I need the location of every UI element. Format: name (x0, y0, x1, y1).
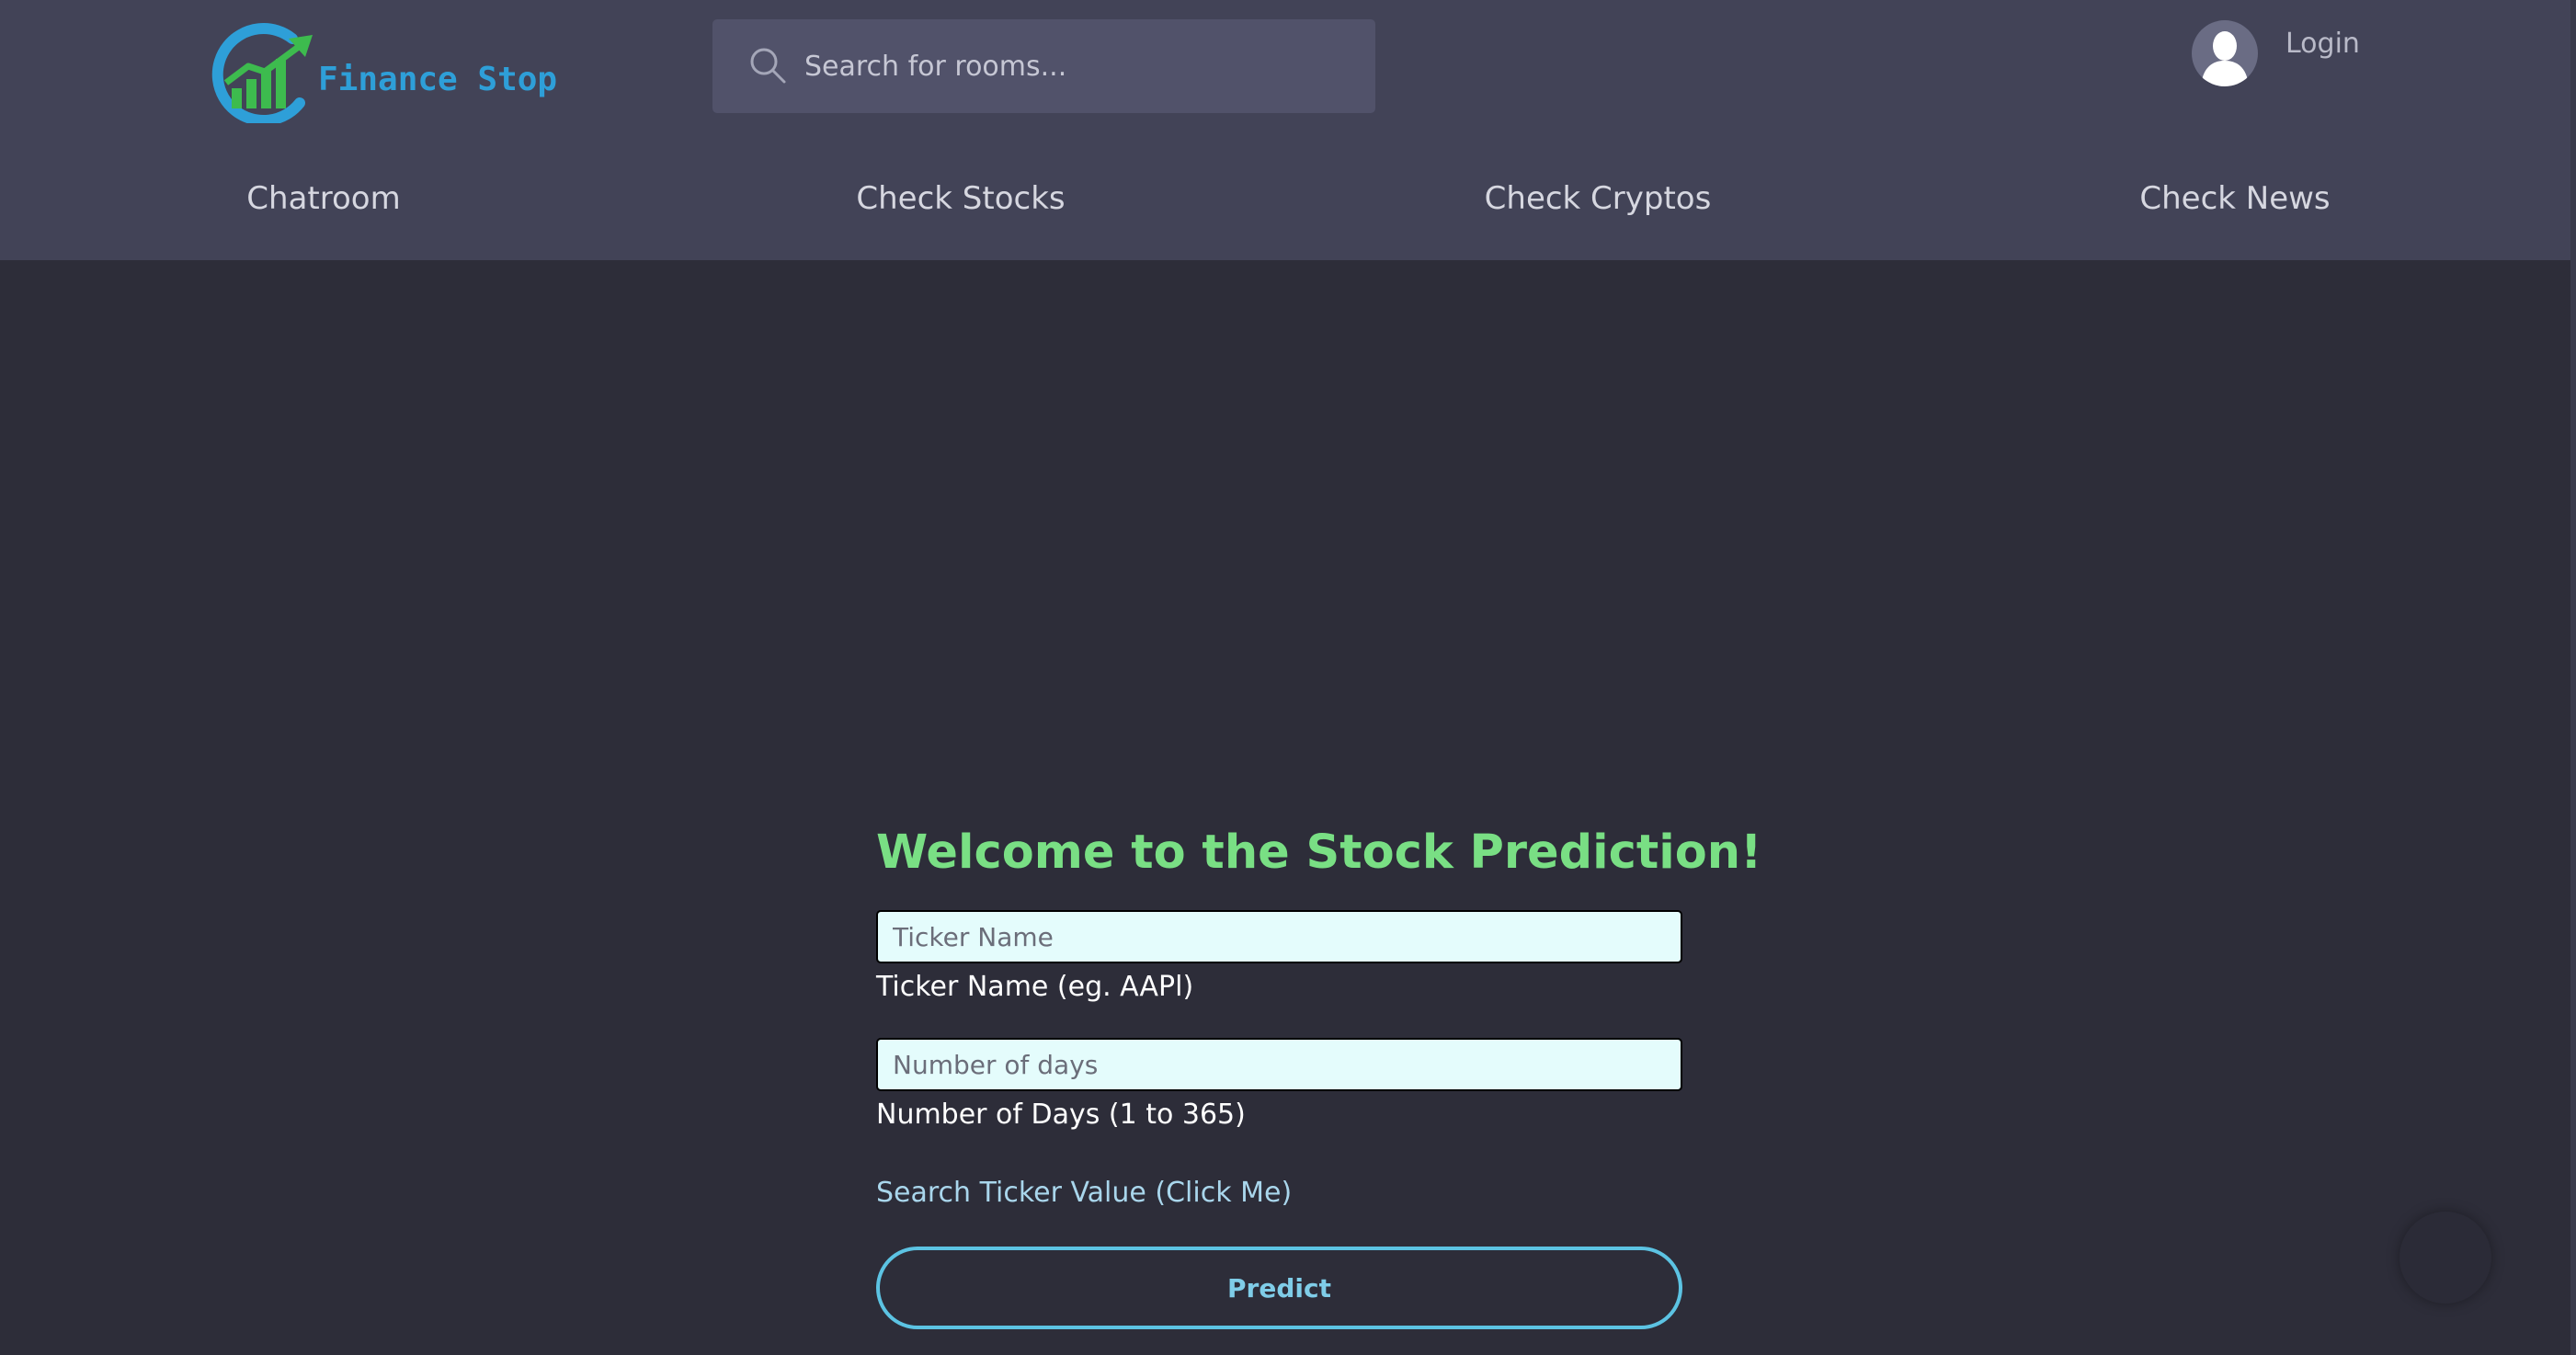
number-of-days-label: Number of Days (1 to 365) (876, 1099, 1246, 1131)
search-input[interactable] (804, 19, 1356, 113)
nav-check-cryptos[interactable]: Check Cryptos (1405, 180, 1791, 217)
predict-button[interactable]: Predict (876, 1247, 1682, 1329)
search-icon (750, 48, 786, 84)
nav-check-news[interactable]: Check News (2042, 180, 2428, 217)
top-header: Finance Stop Login Chatroom Check Stocks… (0, 0, 2570, 260)
user-avatar-icon (2201, 31, 2249, 86)
logo-icon (211, 23, 313, 123)
number-of-days-input[interactable] (876, 1038, 1682, 1091)
ticker-name-input[interactable] (876, 910, 1682, 963)
search-bar (712, 19, 1375, 113)
logo[interactable]: Finance Stop (204, 22, 557, 123)
avatar[interactable] (2192, 20, 2258, 86)
logo-text: Finance Stop (318, 61, 558, 98)
floating-action-button[interactable] (2399, 1212, 2491, 1304)
login-link[interactable]: Login (2285, 28, 2360, 60)
search-ticker-link[interactable]: Search Ticker Value (Click Me) (876, 1177, 1292, 1209)
nav-check-stocks[interactable]: Check Stocks (768, 180, 1154, 217)
ticker-name-label: Ticker Name (eg. AAPl) (876, 971, 1194, 1003)
page-scrollbar[interactable] (2570, 0, 2576, 1355)
nav-chatroom[interactable]: Chatroom (131, 180, 517, 217)
page-title: Welcome to the Stock Prediction! (876, 826, 1762, 880)
